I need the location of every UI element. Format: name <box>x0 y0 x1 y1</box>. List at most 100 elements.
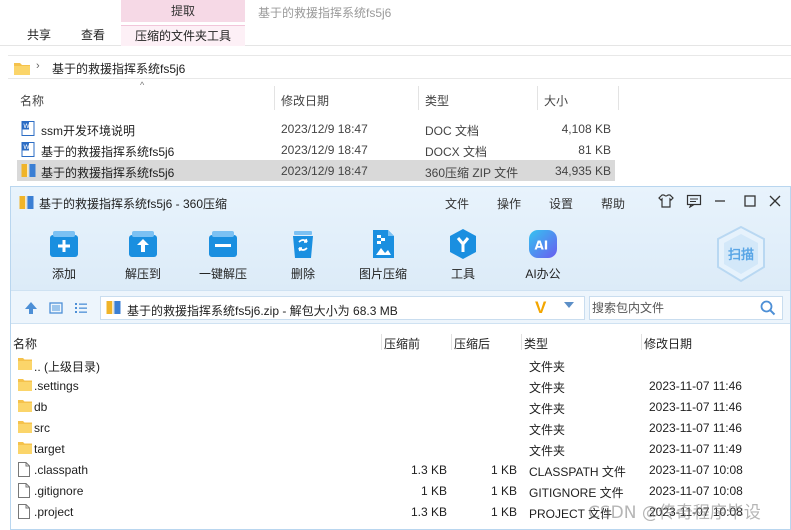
column-size[interactable]: 大小 <box>544 92 568 109</box>
column-name[interactable]: 名称 <box>20 92 44 109</box>
folder-icon <box>18 378 32 395</box>
archive-row-file[interactable]: .classpath 1.3 KB 1 KB CLASSPATH 文件 2023… <box>11 459 790 480</box>
folder-icon <box>18 420 32 437</box>
entry-name: db <box>34 400 48 414</box>
one-click-extract-label: 一键解压 <box>198 267 247 281</box>
menu-file[interactable]: 文件 <box>445 195 469 212</box>
file-row[interactable]: W ssm开发环境说明 2023/12/9 18:47 DOC 文档 4,108… <box>17 118 615 139</box>
zip-archive-icon <box>106 300 121 318</box>
entry-type: CLASSPATH 文件 <box>529 465 626 479</box>
scan-label: 扫描 <box>728 247 754 263</box>
column-compressed-before[interactable]: 压缩前 <box>384 335 420 352</box>
archive-row-folder[interactable]: db 文件夹 2023-11-07 11:46 <box>11 396 790 417</box>
delete-button[interactable]: 删除 <box>268 227 338 282</box>
entry-type: 文件夹 <box>529 360 566 374</box>
ai-office-icon: AI <box>526 227 560 261</box>
entry-name: target <box>34 442 65 456</box>
file-row-selected[interactable]: 基于的救援指挥系统fs5j6 2023/12/9 18:47 360压缩 ZIP… <box>17 160 615 181</box>
tab-view[interactable]: 查看 <box>72 25 114 46</box>
entry-size-after: 1 KB <box>490 463 517 477</box>
archive-row-folder[interactable]: .. (上级目录) 文件夹 <box>11 354 790 375</box>
column-divider[interactable] <box>521 334 522 350</box>
breadcrumb-folder[interactable]: 基于的救援指挥系统fs5j6 <box>52 60 185 77</box>
shirt-skin-icon[interactable] <box>657 194 675 211</box>
maximize-icon[interactable] <box>741 194 759 211</box>
file-type: DOCX 文档 <box>425 145 488 159</box>
folder-icon <box>14 61 30 78</box>
entry-name: .project <box>34 505 74 519</box>
add-label: 添加 <box>51 267 76 281</box>
entry-modified: 2023-11-07 10:08 <box>649 484 743 498</box>
search-icon[interactable] <box>760 300 776 319</box>
archive-path-field[interactable]: 基于的救援指挥系统fs5j6.zip - 解包大小为 68.3 MB V <box>100 296 585 320</box>
entry-type: 文件夹 <box>529 381 566 395</box>
explorer-window-title: 基于的救援指挥系统fs5j6 <box>258 6 392 20</box>
add-button[interactable]: 添加 <box>29 227 99 282</box>
file-icon <box>18 483 30 501</box>
menu-operation[interactable]: 操作 <box>497 195 521 212</box>
search-input[interactable] <box>592 299 752 317</box>
minimize-icon[interactable] <box>711 194 729 211</box>
delete-label: 删除 <box>290 267 315 281</box>
file-size: 34,935 KB <box>554 164 611 178</box>
column-type[interactable]: 类型 <box>425 92 449 109</box>
entry-type: 文件夹 <box>529 402 566 416</box>
file-icon <box>18 504 30 522</box>
column-divider[interactable] <box>537 86 538 110</box>
svg-text:W: W <box>23 143 30 151</box>
column-name[interactable]: 名称 <box>13 335 37 352</box>
file-name: 基于的救援指挥系统fs5j6 <box>41 166 175 180</box>
column-divider[interactable] <box>618 86 619 110</box>
archive-row-folder[interactable]: .settings 文件夹 2023-11-07 11:46 <box>11 375 790 396</box>
archive-row-folder[interactable]: target 文件夹 2023-11-07 11:49 <box>11 438 790 459</box>
entry-size-before: 1 KB <box>420 484 447 498</box>
archive-column-header: 名称 压缩前 压缩后 类型 修改日期 <box>11 332 790 352</box>
up-arrow-icon[interactable] <box>24 301 38 318</box>
feedback-icon[interactable] <box>685 194 703 211</box>
column-compressed-after[interactable]: 压缩后 <box>454 335 490 352</box>
file-type: 360压缩 ZIP 文件 <box>425 166 519 180</box>
entry-modified: 2023-11-07 11:49 <box>649 442 742 456</box>
tools-button[interactable]: 工具 <box>428 227 498 282</box>
chevron-down-icon[interactable] <box>563 300 575 313</box>
csdn-watermark: CSDN @传奇程序毕设 <box>588 503 761 523</box>
word-doc-icon: W <box>21 142 35 160</box>
tab-compressed-folder-tools[interactable]: 压缩的文件夹工具 <box>121 25 245 46</box>
column-type[interactable]: 类型 <box>524 335 548 352</box>
breadcrumb-separator: › <box>36 60 40 72</box>
zip-archive-icon <box>21 163 36 181</box>
menu-settings[interactable]: 设置 <box>549 195 573 212</box>
entry-modified: 2023-11-07 11:46 <box>649 421 742 435</box>
menu-help[interactable]: 帮助 <box>601 195 625 212</box>
one-click-extract-button[interactable]: 一键解压 <box>188 227 258 282</box>
archive-search-box[interactable] <box>589 296 783 320</box>
extract-to-button[interactable]: 解压到 <box>108 227 178 282</box>
archive-row-folder[interactable]: src 文件夹 2023-11-07 11:46 <box>11 417 790 438</box>
ribbon-context-group-extract[interactable]: 提取 <box>121 0 245 22</box>
column-modified-date[interactable]: 修改日期 <box>281 92 329 109</box>
image-compress-label: 图片压缩 <box>358 267 407 281</box>
entry-name: .settings <box>34 379 79 393</box>
entry-name: .gitignore <box>34 484 84 498</box>
image-compress-button[interactable]: 图片压缩 <box>348 227 418 282</box>
scan-shield-button[interactable]: 扫描 <box>714 225 768 286</box>
close-icon[interactable] <box>766 194 784 211</box>
entry-size-after: 1 KB <box>490 484 517 498</box>
column-divider[interactable] <box>451 334 452 350</box>
file-row[interactable]: W 基于的救援指挥系统fs5j6 2023/12/9 18:47 DOCX 文档… <box>17 139 615 160</box>
v-badge-icon[interactable]: V <box>535 298 546 318</box>
word-doc-icon: W <box>21 121 35 139</box>
address-bar[interactable]: › 基于的救援指挥系统fs5j6 <box>8 55 791 79</box>
tab-share[interactable]: 共享 <box>18 25 60 46</box>
file-name: 基于的救援指挥系统fs5j6 <box>41 145 175 159</box>
ai-office-button[interactable]: AI AI办公 <box>508 227 578 282</box>
column-divider[interactable] <box>418 86 419 110</box>
folder-icon <box>18 399 32 416</box>
column-divider[interactable] <box>381 334 382 350</box>
column-divider[interactable] <box>641 334 642 350</box>
column-modified-date[interactable]: 修改日期 <box>644 335 692 352</box>
entry-modified: 2023-11-07 11:46 <box>649 379 742 393</box>
column-divider[interactable] <box>274 86 275 110</box>
list-view-icon[interactable] <box>74 301 88 318</box>
thumbnail-view-icon[interactable] <box>49 301 63 318</box>
